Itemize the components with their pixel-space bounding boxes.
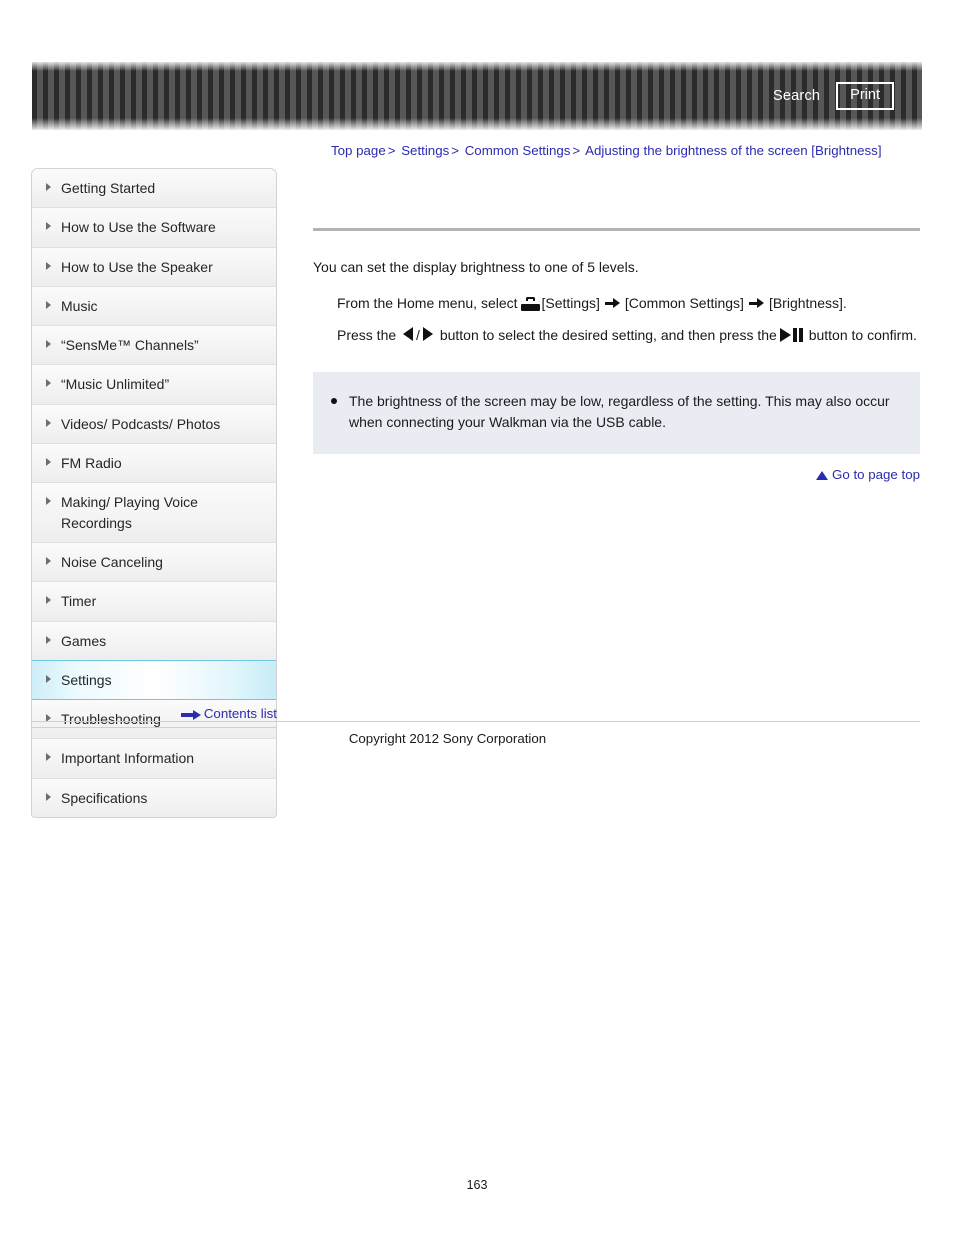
sidebar-item-music[interactable]: Music: [32, 286, 276, 327]
triangle-right-icon: [46, 458, 51, 467]
arrow-right-icon: [748, 298, 764, 308]
sidebar-item-label: “Music Unlimited”: [61, 376, 170, 393]
triangle-right-icon: [46, 596, 51, 605]
sidebar-item-timer[interactable]: Timer: [32, 582, 276, 622]
sidebar-item-games[interactable]: Games: [32, 621, 276, 661]
triangle-right-icon: [46, 635, 51, 644]
triangle-right-icon: [46, 674, 51, 683]
sidebar-item-label: “SensMe™ Channels”: [61, 337, 199, 354]
step2-middle-text: button to select the desired setting, an…: [439, 327, 777, 344]
sidebar-item-label: Important Information: [61, 750, 195, 767]
content-divider: [313, 228, 920, 231]
header-banner: Search Print: [32, 62, 922, 130]
sidebar-item-music-unlimited[interactable]: “Music Unlimited”: [32, 365, 276, 405]
contents-list-label: Contents list: [203, 706, 277, 721]
go-to-page-top-link[interactable]: Go to page top: [816, 467, 920, 482]
print-button[interactable]: Print: [836, 81, 894, 111]
note-text: The brightness of the screen may be low,…: [349, 392, 890, 431]
intro-paragraph: You can set the display brightness to on…: [313, 259, 639, 275]
triangle-right-icon: [46, 556, 51, 565]
breadcrumb: Top page > Settings > Common Settings > Adj…: [331, 143, 882, 158]
triangle-right-icon: [46, 340, 51, 349]
triangle-right-icon: [46, 261, 51, 270]
breadcrumb-separator: >: [451, 143, 459, 158]
sidebar-item-how-to-use-the-speaker[interactable]: How to Use the Speaker: [32, 247, 276, 287]
sidebar-item-label: Videos/ Podcasts/ Photos: [61, 415, 221, 432]
sidebar-item-label: Getting Started: [61, 180, 156, 196]
breadcrumb-item-top-page[interactable]: Top page: [331, 143, 386, 158]
sidebar-item-label: Specifications: [61, 789, 148, 806]
arrow-right-icon: [180, 710, 201, 720]
bullet-icon: [331, 397, 337, 404]
sidebar-item-making-playing-voice-recordings[interactable]: Making/ Playing Voice Recordings: [32, 483, 276, 543]
toolbox-icon: [520, 297, 540, 311]
triangle-up-icon: [816, 471, 829, 481]
triangle-right-icon: [46, 418, 51, 427]
triangle-right-button-icon: [422, 327, 433, 342]
sidebar-item-label: Settings: [61, 671, 112, 688]
sidebar-item-getting-started[interactable]: Getting Started: [32, 169, 276, 209]
sidebar-item-sensme-channels[interactable]: “SensMe™ Channels”: [32, 326, 276, 366]
breadcrumb-separator: >: [387, 143, 396, 158]
step1-settings-label: [Settings]: [541, 295, 600, 311]
footer: Copyright 2012 Sony Corporation: [31, 721, 920, 746]
sidebar-item-videos-podcasts-photos[interactable]: Videos/ Podcasts/ Photos: [32, 404, 276, 445]
step2-prefix-text: Press the: [337, 327, 397, 344]
copyright-text: Copyright 2012 Sony Corporation: [348, 731, 547, 746]
breadcrumb-item-settings[interactable]: Settings: [401, 143, 449, 158]
step1-common-settings-label: [Common Settings]: [624, 295, 744, 311]
triangle-right-icon: [46, 222, 51, 231]
sidebar-item-noise-canceling[interactable]: Noise Canceling: [32, 542, 276, 583]
note-row: The brightness of the screen may be low,…: [331, 391, 898, 434]
triangle-right-icon: [46, 497, 51, 506]
step1-brightness-label: [Brightness].: [768, 295, 847, 311]
triangle-left-button-icon: [403, 327, 414, 342]
contents-list-link[interactable]: Contents list: [180, 706, 277, 721]
breadcrumb-item-common-settings[interactable]: Common Settings: [465, 143, 571, 158]
main-content: You can set the display brightness to on…: [313, 172, 920, 484]
breadcrumb-item-current-page[interactable]: Adjusting the brightness of the screen […: [585, 143, 881, 158]
triangle-right-icon: [46, 183, 51, 191]
step2-tail-text: button to confirm.: [808, 327, 917, 344]
sidebar-item-label: Making/ Playing Voice Recordings: [61, 494, 198, 531]
play-pause-icon: [779, 328, 803, 343]
sidebar-item-label: Games: [61, 632, 107, 649]
breadcrumb-separator: >: [572, 143, 581, 158]
step2-slash: /: [416, 327, 420, 344]
step-press-button: Press the / button to select the desired…: [313, 324, 920, 346]
search-label[interactable]: Search: [773, 88, 820, 104]
arrow-right-icon: [604, 298, 620, 308]
go-to-page-top-row: Go to page top: [313, 466, 920, 484]
sidebar-item-label: Music: [61, 297, 98, 314]
note-box: The brightness of the screen may be low,…: [313, 371, 920, 455]
sidebar-item-label: FM Radio: [61, 455, 122, 472]
step-navigation-path: From the Home menu, select [Settings] [Com…: [313, 292, 920, 314]
sidebar-item-label: Noise Canceling: [61, 553, 163, 570]
page-number: 163: [466, 1178, 488, 1192]
sidebar-item-specifications[interactable]: Specifications: [32, 778, 276, 818]
triangle-right-icon: [46, 379, 51, 388]
sidebar-item-label: How to Use the Speaker: [61, 258, 213, 275]
sidebar-item-label: How to Use the Software: [61, 219, 216, 236]
sidebar-item-settings[interactable]: Settings: [32, 659, 276, 701]
step1-prefix-text: From the Home menu, select: [337, 295, 518, 311]
sidebar-item-how-to-use-the-software[interactable]: How to Use the Software: [32, 208, 276, 248]
sidebar-item-fm-radio[interactable]: FM Radio: [32, 444, 276, 484]
triangle-right-icon: [46, 753, 51, 762]
sidebar-item-label: Timer: [61, 593, 97, 610]
triangle-right-icon: [46, 300, 51, 309]
triangle-right-icon: [46, 792, 51, 801]
go-to-page-top-label: Go to page top: [832, 467, 920, 483]
